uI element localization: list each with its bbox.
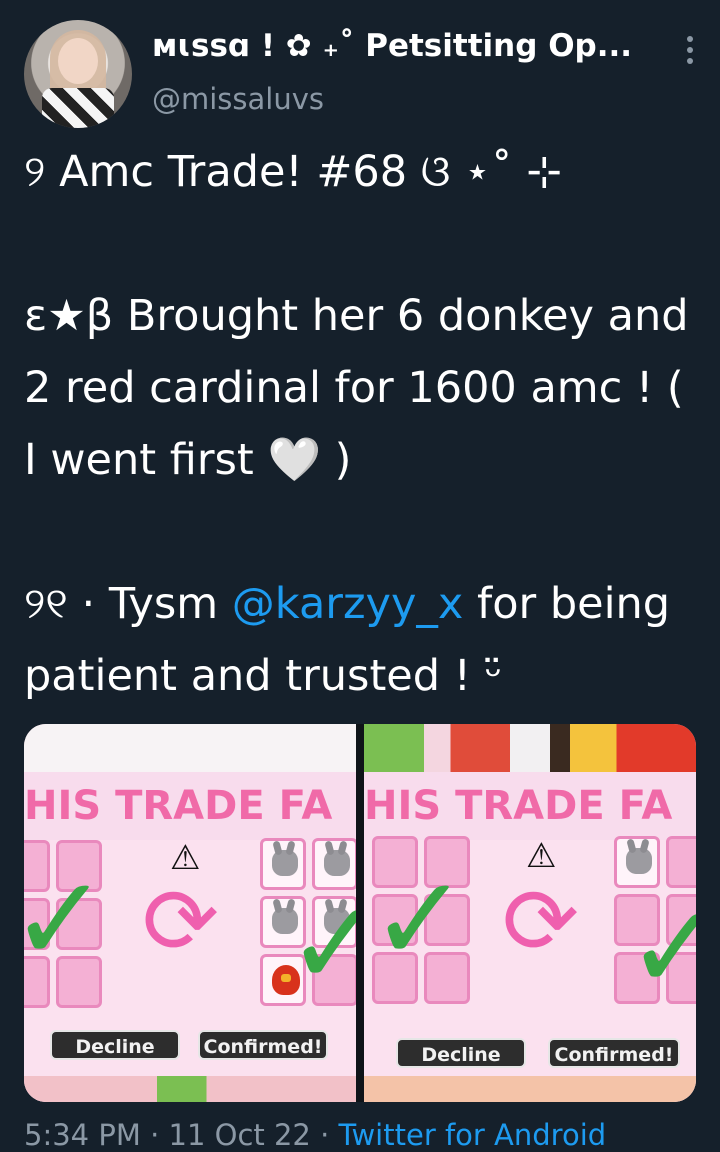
trade-cycle-icon: ⟳ — [502, 868, 580, 975]
donkey-pet-icon — [626, 848, 652, 874]
tweet-text: ୨ Amc Trade! #68 ଓ ⋆˚ ⊹ ε★β Brought her … — [24, 136, 704, 712]
check-icon: ✓ — [626, 878, 696, 1016]
tweet-line-2: ε★β Brought her 6 donkey and 2 red cardi… — [24, 291, 703, 485]
user-avatar[interactable] — [24, 20, 132, 128]
donkey-pet-icon — [324, 850, 350, 876]
tweet-footer: 5:34 PM · 11 Oct 22 · Twitter for Androi… — [24, 1118, 606, 1152]
tweet-line-1: ୨ Amc Trade! #68 ଓ ⋆˚ ⊹ — [24, 147, 563, 197]
display-name[interactable]: ᴍɩꜱꜱɑ ! ✿ ₊˚ Petsitting Op... — [152, 28, 652, 64]
trade-screenshot-left[interactable]: HIS TRADE FA ✓ ⚠ ⟳ ✓ Decline Confirmed! — [24, 724, 356, 1102]
confirmed-button[interactable]: Confirmed! — [198, 1030, 328, 1060]
donkey-pet-icon — [272, 850, 298, 876]
decline-button[interactable]: Decline — [50, 1030, 180, 1060]
user-handle[interactable]: @missaluvs — [152, 82, 324, 116]
tweet-timestamp[interactable]: 5:34 PM · 11 Oct 22 · — [24, 1118, 339, 1152]
check-icon: ✓ — [24, 850, 109, 988]
trade-screenshot-right[interactable]: HIS TRADE FA ✓ ⚠ ⟳ ✓ Decline Confirmed! — [364, 724, 696, 1102]
more-options-icon[interactable] — [684, 36, 696, 64]
confirmed-button[interactable]: Confirmed! — [548, 1038, 680, 1068]
media-attachment[interactable]: HIS TRADE FA ✓ ⚠ ⟳ ✓ Decline Confirmed! … — [24, 724, 696, 1102]
trade-cycle-icon: ⟳ — [142, 868, 220, 975]
check-icon: ✓ — [286, 874, 356, 1012]
trade-banner-left: HIS TRADE FA — [24, 772, 356, 840]
tweet-header: ᴍɩꜱꜱɑ ! ✿ ₊˚ Petsitting Op... @missaluvs — [0, 0, 720, 128]
check-icon: ✓ — [370, 850, 469, 988]
tweet-line-3-prefix: ୨୧ · Tysm — [24, 579, 232, 629]
decline-button[interactable]: Decline — [396, 1038, 526, 1068]
mention-link[interactable]: @karzyy_x — [232, 579, 464, 629]
trade-banner-right: HIS TRADE FA — [364, 772, 696, 840]
tweet-source-link[interactable]: Twitter for Android — [339, 1118, 607, 1152]
